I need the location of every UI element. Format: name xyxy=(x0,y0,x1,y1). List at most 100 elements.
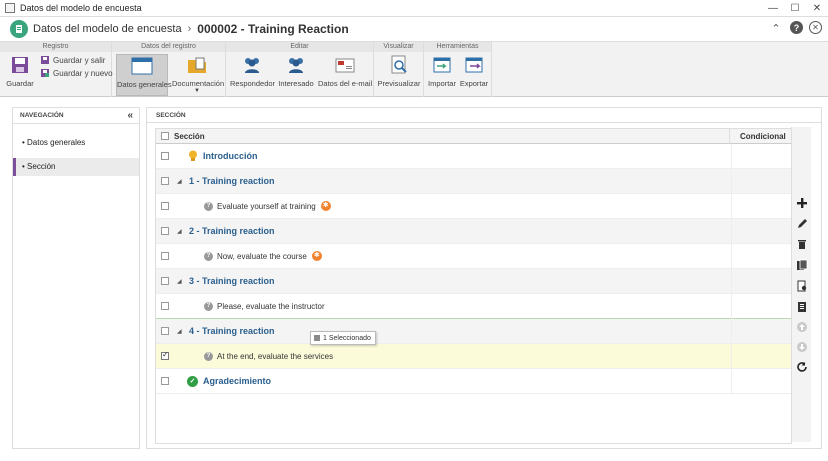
section-title: Agradecimiento xyxy=(203,376,272,386)
dropdown-arrow-icon: ▼ xyxy=(194,88,200,94)
section-title: 2 - Training reaction xyxy=(189,226,275,236)
row-checkbox[interactable] xyxy=(161,227,169,235)
ribbon-group-label: Registro xyxy=(0,42,111,52)
conditional-cell xyxy=(731,269,793,294)
expand-caret-icon[interactable]: ◢ xyxy=(177,278,189,285)
documentation-button[interactable]: Documentación ▼ xyxy=(172,54,224,94)
nav-item-general-data[interactable]: • Datos generales xyxy=(13,134,139,152)
save-and-exit-button[interactable]: Guardar y salir xyxy=(40,55,105,65)
section-grid: Sección Condicional Introducción ◢ 1 - T… xyxy=(155,128,793,444)
window-controls: — ☐ ✕ xyxy=(766,0,824,17)
section-title: 1 - Training reaction xyxy=(189,176,275,186)
pencil-icon xyxy=(798,219,807,228)
minimize-button[interactable]: — xyxy=(766,3,780,14)
import-icon xyxy=(431,54,453,76)
select-all-checkbox[interactable] xyxy=(161,132,169,140)
conditional-cell xyxy=(731,169,793,194)
table-row[interactable]: ? Please, evaluate the instructor xyxy=(156,294,793,319)
table-row[interactable]: ◢ 3 - Training reaction xyxy=(156,269,793,294)
move-up-button[interactable] xyxy=(795,320,809,334)
preview-button[interactable]: Previsualizar xyxy=(377,54,421,88)
row-checkbox[interactable] xyxy=(161,377,169,385)
table-row[interactable]: ? Now, evaluate the course xyxy=(156,244,793,269)
column-header-section[interactable]: Sección xyxy=(174,132,729,141)
save-button[interactable]: Guardar xyxy=(6,54,34,88)
navigation-title: NAVEGACIÓN xyxy=(20,112,64,119)
export-label: Exportar xyxy=(459,79,489,88)
export-button[interactable]: Exportar xyxy=(459,54,489,88)
refresh-button[interactable] xyxy=(795,360,809,374)
arrow-up-icon xyxy=(797,322,807,332)
row-checkbox-checked[interactable] xyxy=(161,350,169,360)
expand-caret-icon[interactable]: ◢ xyxy=(177,228,189,235)
lightbulb-icon xyxy=(189,150,197,161)
preview-label: Previsualizar xyxy=(377,79,421,88)
conditional-cell xyxy=(731,219,793,244)
grid-toolbar xyxy=(791,127,811,442)
table-row[interactable]: ◢ 1 - Training reaction xyxy=(156,169,793,194)
collapse-nav-icon[interactable]: « xyxy=(127,108,133,124)
window-icon xyxy=(131,55,153,77)
table-row[interactable]: ? Evaluate yourself at training xyxy=(156,194,793,219)
row-checkbox[interactable] xyxy=(161,302,169,310)
move-down-button[interactable] xyxy=(795,340,809,354)
section-panel-title: SECCIÓN xyxy=(147,108,821,123)
nav-item-label: Datos generales xyxy=(27,138,86,147)
close-icon[interactable]: ✕ xyxy=(809,21,822,34)
breadcrumb[interactable]: Datos del modelo de encuesta xyxy=(33,23,182,35)
report-button[interactable] xyxy=(795,300,809,314)
question-text: Now, evaluate the course xyxy=(217,251,307,261)
save-exit-icon xyxy=(41,56,49,64)
conditional-cell xyxy=(731,369,793,394)
general-data-button[interactable]: Datos generales xyxy=(116,54,172,96)
conditional-cell xyxy=(731,319,793,344)
window-close-button[interactable]: ✕ xyxy=(810,3,824,14)
table-row[interactable]: Introducción xyxy=(156,144,793,169)
nav-item-section[interactable]: • Sección xyxy=(13,158,139,176)
help-icon[interactable]: ? xyxy=(790,21,803,34)
delete-button[interactable] xyxy=(795,237,809,251)
plus-icon xyxy=(797,198,807,208)
expand-caret-icon[interactable]: ◢ xyxy=(177,328,189,335)
row-checkbox[interactable] xyxy=(161,327,169,335)
respondent-button[interactable]: Respondedor xyxy=(230,54,276,88)
interested-label: Interesado xyxy=(278,79,314,88)
maximize-button[interactable]: ☐ xyxy=(788,3,802,14)
expand-caret-icon[interactable]: ◢ xyxy=(177,178,189,185)
export-icon xyxy=(463,54,485,76)
row-checkbox[interactable] xyxy=(161,252,169,260)
interested-button[interactable]: Interesado xyxy=(278,54,314,88)
page-title: 000002 - Training Reaction xyxy=(197,22,349,36)
table-row[interactable]: ◢ 2 - Training reaction xyxy=(156,219,793,244)
save-and-new-button[interactable]: Guardar y nuevo xyxy=(40,68,113,78)
respondent-label: Respondedor xyxy=(230,79,276,88)
add-button[interactable] xyxy=(795,196,809,210)
row-checkbox[interactable] xyxy=(161,202,169,210)
section-panel: SECCIÓN Sección Condicional Introducción… xyxy=(146,107,822,449)
row-checkbox[interactable] xyxy=(161,152,169,160)
ribbon-toolbar: Registro Guardar Guardar y salir Guardar… xyxy=(0,41,828,97)
page-header: Datos del modelo de encuesta › 000002 - … xyxy=(0,17,828,41)
people-icon xyxy=(285,54,307,76)
ribbon-group-label: Datos del registro xyxy=(112,42,225,52)
question-icon: ? xyxy=(204,301,213,311)
view-button[interactable] xyxy=(795,279,809,293)
table-row[interactable]: ◢ 4 - Training reaction xyxy=(156,319,793,344)
row-checkbox[interactable] xyxy=(161,177,169,185)
window-icon xyxy=(5,3,15,13)
drag-icon xyxy=(314,335,320,341)
grid-header: Sección Condicional xyxy=(156,128,791,144)
table-row[interactable]: ✓ Agradecimiento xyxy=(156,369,793,394)
copy-button[interactable] xyxy=(795,258,809,272)
question-icon: ? xyxy=(204,251,213,261)
refresh-icon xyxy=(797,362,807,372)
collapse-header-icon[interactable]: ⌃ xyxy=(768,20,784,36)
row-checkbox[interactable] xyxy=(161,277,169,285)
email-data-button[interactable]: Datos del e-mail xyxy=(318,54,372,88)
import-button[interactable]: Importar xyxy=(427,54,457,88)
column-header-conditional[interactable]: Condicional xyxy=(729,128,791,144)
edit-button[interactable] xyxy=(795,217,809,231)
section-title: 3 - Training reaction xyxy=(189,276,275,286)
copy-icon xyxy=(797,259,808,270)
table-row-selected[interactable]: ? At the end, evaluate the services xyxy=(156,344,793,369)
